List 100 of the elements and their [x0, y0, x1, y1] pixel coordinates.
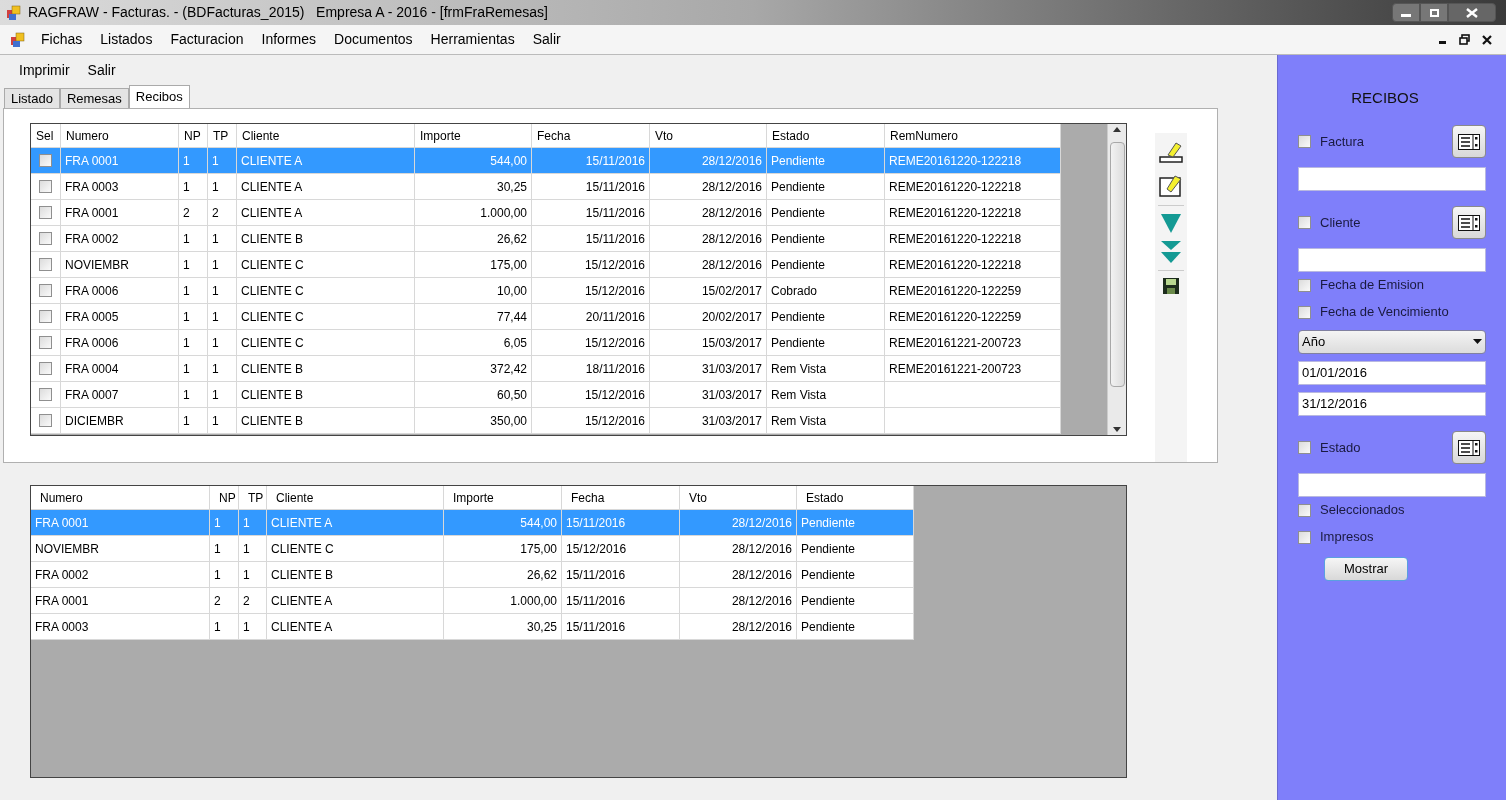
table-cell-text: Pendiente — [801, 592, 856, 610]
table-row[interactable]: FRA 0004 1 1 CLIENTE B 372,42 18/11/2016 31/03/2017 Rem Vista REME20161221-200723 — [31, 356, 1061, 382]
table-cell-text: FRA 0005 — [65, 308, 119, 326]
restore-button[interactable] — [1420, 3, 1448, 22]
checkbox[interactable] — [1298, 216, 1311, 229]
close-button[interactable] — [1448, 3, 1496, 22]
table-row[interactable]: NOVIEMBR 1 1 CLIENTE C 175,00 15/12/2016 28/12/2016 Pendiente — [31, 536, 914, 562]
table-row[interactable]: FRA 0002 1 1 CLIENTE B 26,62 15/11/2016 28/12/2016 Pendiente REME20161220-122218 — [31, 226, 1061, 252]
save-icon[interactable] — [1162, 277, 1180, 295]
scroll-down-icon[interactable] — [1113, 427, 1121, 432]
tab[interactable]: Listado — [4, 88, 60, 108]
filter-input-field[interactable] — [1298, 247, 1486, 272]
table-cell-text: 1 — [212, 334, 219, 352]
table-cell-text: REME20161221-200723 — [889, 334, 1022, 352]
checkbox[interactable] — [39, 388, 52, 401]
restore-icon[interactable] — [1459, 34, 1470, 45]
table-cell-text: FRA 0006 — [65, 334, 119, 352]
table-cell-text: REME20161220-122218 — [889, 230, 1022, 248]
table-row[interactable]: FRA 0001 2 2 CLIENTE A 1.000,00 15/11/2016 28/12/2016 Pendiente REME20161220-122218 — [31, 200, 1061, 226]
checkbox[interactable] — [39, 154, 52, 167]
table-cell-text: 1 — [212, 308, 219, 326]
mostrar-button[interactable]: Mostrar — [1324, 556, 1408, 581]
checkbox[interactable] — [39, 258, 52, 271]
checkbox[interactable] — [39, 284, 52, 297]
checkbox[interactable] — [39, 206, 52, 219]
menu-item[interactable]: Documentos — [325, 29, 422, 50]
menu-item[interactable]: Salir — [523, 29, 570, 50]
year-dropdown[interactable]: Año — [1298, 329, 1486, 354]
scroll-thumb[interactable] — [1109, 142, 1125, 387]
table-cell-text: 10,00 — [496, 282, 527, 300]
checkbox[interactable] — [1298, 278, 1311, 292]
table-cell-text: REME20161221-200723 — [889, 360, 1022, 378]
table-cell-text: Pendiente — [771, 152, 826, 170]
app-icon — [10, 31, 26, 48]
table-row[interactable]: FRA 0003 1 1 CLIENTE A 30,25 15/11/2016 28/12/2016 Pendiente REME20161220-122218 — [31, 174, 1061, 200]
table-cell-text: CLIENTE A — [271, 592, 333, 610]
table-cell-text: CLIENTE B — [271, 566, 333, 584]
vertical-scrollbar[interactable] — [1107, 124, 1126, 435]
checkbox[interactable] — [1298, 503, 1311, 517]
list-picker-button[interactable] — [1452, 125, 1486, 158]
double-down-arrow-icon[interactable] — [1160, 240, 1182, 264]
table-cell-text: CLIENTE B — [241, 360, 303, 378]
menu-item[interactable]: Fichas — [32, 29, 92, 50]
menu-item[interactable]: Informes — [252, 29, 325, 50]
table-row[interactable]: FRA 0005 1 1 CLIENTE C 77,44 20/11/2016 20/02/2017 Pendiente REME20161220-122259 — [31, 304, 1061, 330]
filter-input-field[interactable] — [1298, 472, 1486, 497]
table-cell-text: 15/11/2016 — [585, 178, 645, 196]
table-cell-text: CLIENTE C — [241, 256, 304, 274]
checkbox[interactable] — [39, 336, 52, 349]
checkbox[interactable] — [39, 232, 52, 245]
table-cell-text: Pendiente — [801, 540, 856, 558]
checkbox[interactable] — [1298, 305, 1311, 319]
table-cell-text: 26,62 — [496, 230, 527, 248]
toolbar-button[interactable]: Salir — [78, 59, 125, 81]
filter-input-field[interactable]: 31/12/2016 — [1298, 391, 1486, 416]
table-cell-text: CLIENTE A — [241, 204, 303, 222]
table-row[interactable]: FRA 0002 1 1 CLIENTE B 26,62 15/11/2016 28/12/2016 Pendiente — [31, 562, 914, 588]
filter-input-field[interactable] — [1298, 166, 1486, 191]
checkbox[interactable] — [39, 310, 52, 323]
down-arrow-icon[interactable] — [1160, 212, 1182, 234]
restore-icon — [1429, 8, 1439, 17]
table-cell-text: 1.000,00 — [480, 204, 527, 222]
table-cell-text: 15/11/2016 — [585, 230, 645, 248]
checkbox[interactable] — [1298, 530, 1311, 544]
table-cell-text: FRA 0001 — [35, 514, 89, 532]
table-cell-text: Cobrado — [771, 282, 818, 300]
table-cell-text: 20/02/2017 — [701, 308, 762, 326]
list-picker-button[interactable] — [1452, 206, 1486, 239]
table-cell-text: 77,44 — [496, 308, 527, 326]
menu-item[interactable]: Listados — [91, 29, 162, 50]
tab[interactable]: Remesas — [59, 88, 129, 108]
list-icon — [1458, 439, 1480, 456]
tab[interactable]: Recibos — [128, 85, 190, 108]
table-cell-text: FRA 0001 — [65, 152, 119, 170]
table-row[interactable]: DICIEMBR 1 1 CLIENTE B 350,00 15/12/2016 31/03/2017 Rem Vista — [31, 408, 1061, 434]
table-row[interactable]: FRA 0001 2 2 CLIENTE A 1.000,00 15/11/2016 28/12/2016 Pendiente — [31, 588, 914, 614]
table-row[interactable]: FRA 0006 1 1 CLIENTE C 10,00 15/12/2016 15/02/2017 Cobrado REME20161220-122259 — [31, 278, 1061, 304]
table-row[interactable]: FRA 0003 1 1 CLIENTE A 30,25 15/11/2016 28/12/2016 Pendiente — [31, 614, 914, 640]
checkbox[interactable] — [39, 414, 52, 427]
menu-item[interactable]: Facturacion — [161, 29, 253, 50]
panel-title: RECIBOS — [1351, 88, 1420, 108]
filter-label: Impresos — [1320, 528, 1375, 547]
list-picker-button[interactable] — [1452, 431, 1486, 464]
checkbox[interactable] — [1298, 135, 1311, 148]
table-row[interactable]: FRA 0006 1 1 CLIENTE C 6,05 15/12/2016 15/03/2017 Pendiente REME20161221-200723 — [31, 330, 1061, 356]
table-cell-text: 30,25 — [526, 618, 557, 636]
scroll-up-icon[interactable] — [1113, 127, 1121, 132]
table-cell-text: 175,00 — [490, 256, 527, 274]
table-cell-text: FRA 0002 — [35, 566, 89, 584]
table-cell-text: 1 — [243, 540, 250, 558]
toolbar-button[interactable]: Imprimir — [10, 59, 79, 81]
close-icon[interactable] — [1482, 34, 1492, 45]
table-row[interactable]: NOVIEMBR 1 1 CLIENTE C 175,00 15/12/2016 28/12/2016 Pendiente REME20161220-122218 — [31, 252, 1061, 278]
table-row[interactable]: FRA 0007 1 1 CLIENTE B 60,50 15/12/2016 31/03/2017 Rem Vista — [31, 382, 1061, 408]
checkbox[interactable] — [1298, 441, 1311, 454]
checkbox[interactable] — [39, 362, 52, 375]
filter-input-field[interactable]: 01/01/2016 — [1298, 360, 1486, 385]
minimize-button[interactable] — [1392, 3, 1420, 22]
menu-item[interactable]: Herramientas — [421, 29, 524, 50]
checkbox[interactable] — [39, 180, 52, 193]
